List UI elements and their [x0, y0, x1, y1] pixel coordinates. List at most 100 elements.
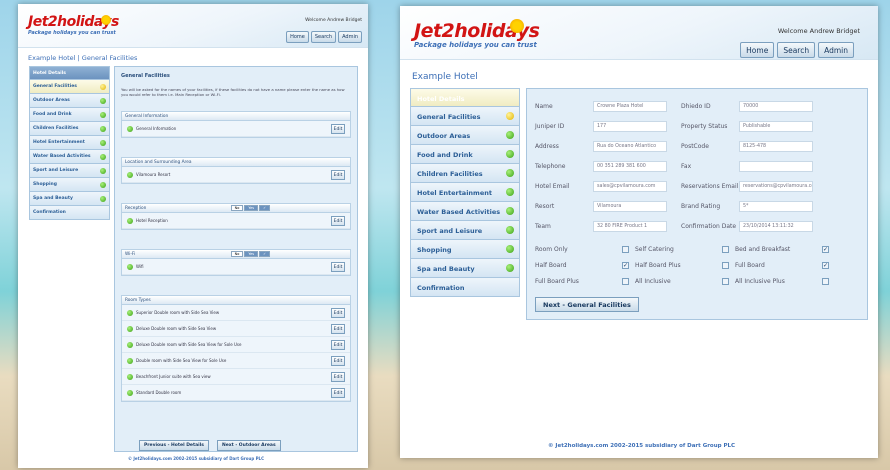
field-input[interactable]: 177 [593, 121, 667, 132]
sidebar-item-confirmation[interactable]: Confirmation [29, 206, 110, 220]
field-input[interactable]: Vilamoura [593, 201, 667, 212]
field-input[interactable]: 5* [739, 201, 813, 212]
board-checkbox[interactable] [622, 246, 629, 253]
field-input[interactable]: Crowne Plaza Hotel [593, 101, 667, 112]
status-complete-icon [127, 358, 133, 364]
sidebar-item-food-and-drink[interactable]: Food and Drink [410, 145, 520, 164]
sidebar-item-spa-and-beauty[interactable]: Spa and Beauty [29, 192, 110, 206]
admin-button[interactable]: Admin [818, 42, 854, 58]
sidebar-item-spa-and-beauty[interactable]: Spa and Beauty [410, 259, 520, 278]
board-checkbox[interactable] [622, 278, 629, 285]
status-complete-icon [506, 150, 514, 158]
previous-button[interactable]: Previous - Hotel Details [139, 440, 209, 451]
facility-row: Double room with Side Sea View for Sole … [122, 353, 350, 369]
field-input[interactable]: 70000 [739, 101, 813, 112]
sidebar-item-confirmation[interactable]: Confirmation [410, 278, 520, 297]
sidebar-item-shopping[interactable]: Shopping [29, 178, 110, 192]
toggle-yes[interactable]: Yes [244, 251, 259, 257]
sidebar-item-water-based-activities[interactable]: Water Based Activities [410, 202, 520, 221]
sidebar-item-label: Food and Drink [33, 112, 72, 117]
field-label: Juniper ID [535, 123, 565, 130]
edit-button[interactable]: Edit [331, 262, 345, 272]
sidebar-item-general-facilities[interactable]: General Facilities [29, 80, 110, 94]
field-input[interactable] [739, 161, 813, 172]
field-input[interactable]: Publishable [739, 121, 813, 132]
board-checkbox[interactable] [722, 246, 729, 253]
edit-button[interactable]: Edit [331, 170, 345, 180]
board-checkbox[interactable] [722, 278, 729, 285]
status-complete-icon [100, 154, 106, 160]
status-complete-icon [100, 140, 106, 146]
field-input[interactable]: 32 80 FIRE Product 1 [593, 221, 667, 232]
yes-no-toggle[interactable]: No Yes ✓ [230, 205, 270, 211]
sidebar-item-general-facilities[interactable]: General Facilities [410, 107, 520, 126]
facility-name: Deluxe Double room with Side Sea View [136, 326, 217, 331]
sidebar-item-shopping[interactable]: Shopping [410, 240, 520, 259]
field-input[interactable]: 8125-478 [739, 141, 813, 152]
admin-button[interactable]: Admin [338, 31, 362, 43]
sidebar-item-sport-and-leisure[interactable]: Sport and Leisure [410, 221, 520, 240]
status-complete-icon [506, 207, 514, 215]
facility-group: Room Types Superior Double room with Side… [121, 295, 351, 402]
status-complete-icon [100, 126, 106, 132]
field-label: Name [535, 103, 553, 110]
field-input[interactable]: Rua do Oceano Atlantico [593, 141, 667, 152]
sidebar-item-hotel-entertainment[interactable]: Hotel Entertainment [29, 136, 110, 150]
facility-row: Vilamoura Resort Edit [122, 167, 350, 183]
sidebar-item-hotel-details[interactable]: Hotel Details [29, 66, 110, 80]
edit-button[interactable]: Edit [331, 124, 345, 134]
sidebar: Hotel Details General Facilities Outdoor A… [29, 66, 110, 220]
board-checkbox[interactable] [722, 262, 729, 269]
sidebar-item-label: Outdoor Areas [417, 132, 471, 140]
toggle-no[interactable]: No [230, 205, 244, 211]
toggle-no[interactable]: No [230, 251, 244, 257]
edit-button[interactable]: Edit [331, 216, 345, 226]
sidebar-item-hotel-entertainment[interactable]: Hotel Entertainment [410, 183, 520, 202]
board-checkbox[interactable]: ✓ [822, 246, 829, 253]
search-button[interactable]: Search [310, 31, 337, 43]
sidebar-item-label: Sport and Leisure [33, 168, 79, 173]
sidebar-item-outdoor-areas[interactable]: Outdoor Areas [410, 126, 520, 145]
sidebar-item-outdoor-areas[interactable]: Outdoor Areas [29, 94, 110, 108]
edit-button[interactable]: Edit [331, 388, 345, 398]
page-title: Example Hotel | General Facilities [28, 54, 138, 62]
status-complete-icon [127, 172, 133, 178]
sidebar-item-label: Children Facilities [417, 170, 483, 178]
home-button[interactable]: Home [286, 31, 309, 43]
board-option: All Inclusive [635, 278, 735, 285]
sidebar-item-sport-and-leisure[interactable]: Sport and Leisure [29, 164, 110, 178]
field-row: Address Rua do Oceano Atlantico PostCode 81… [535, 141, 813, 152]
board-checkbox[interactable]: ✓ [822, 262, 829, 269]
sidebar-item-hotel-details[interactable]: Hotel Details [410, 88, 520, 107]
board-option-label: Half Board [535, 262, 567, 269]
sidebar-item-food-and-drink[interactable]: Food and Drink [29, 108, 110, 122]
field-input[interactable]: sales@cpvilamoura.com [593, 181, 667, 192]
right-screenshot: Jet2holidays Package holidays you can tr… [400, 6, 878, 458]
welcome-text: Welcome Andrew Bridget [305, 18, 362, 23]
home-button[interactable]: Home [740, 42, 775, 58]
welcome-text: Welcome Andrew Bridget [777, 27, 860, 35]
edit-button[interactable]: Edit [331, 340, 345, 350]
edit-button[interactable]: Edit [331, 308, 345, 318]
edit-button[interactable]: Edit [331, 324, 345, 334]
board-checkbox[interactable] [822, 278, 829, 285]
field-label: Address [535, 143, 559, 150]
next-button[interactable]: Next - Outdoor Areas [216, 440, 281, 451]
board-checkbox[interactable]: ✓ [622, 262, 629, 269]
field-row: Resort Vilamoura Brand Rating 5* [535, 201, 813, 212]
field-input[interactable]: reservations@cpvilamoura.com [739, 181, 813, 192]
sidebar-item-children-facilities[interactable]: Children Facilities [410, 164, 520, 183]
sidebar-item-children-facilities[interactable]: Children Facilities [29, 122, 110, 136]
toggle-yes[interactable]: Yes [244, 205, 259, 211]
edit-button[interactable]: Edit [331, 356, 345, 366]
search-button[interactable]: Search [777, 42, 816, 58]
field-input[interactable]: 00 351 289 381 600 [593, 161, 667, 172]
facility-row: Superior Double room with Side Sea View E… [122, 305, 350, 321]
yes-no-toggle[interactable]: No Yes ✓ [230, 251, 270, 257]
facility-name: Superior Double room with Side Sea View [136, 310, 220, 315]
field-input[interactable]: 23/10/2014 13:11:32 [739, 221, 813, 232]
next-button[interactable]: Next - General Facilities [535, 297, 639, 312]
edit-button[interactable]: Edit [331, 372, 345, 382]
sidebar-item-water-based-activities[interactable]: Water Based Activities [29, 150, 110, 164]
facility-group: Location and Surrounding Area Vilamoura R… [121, 157, 351, 184]
